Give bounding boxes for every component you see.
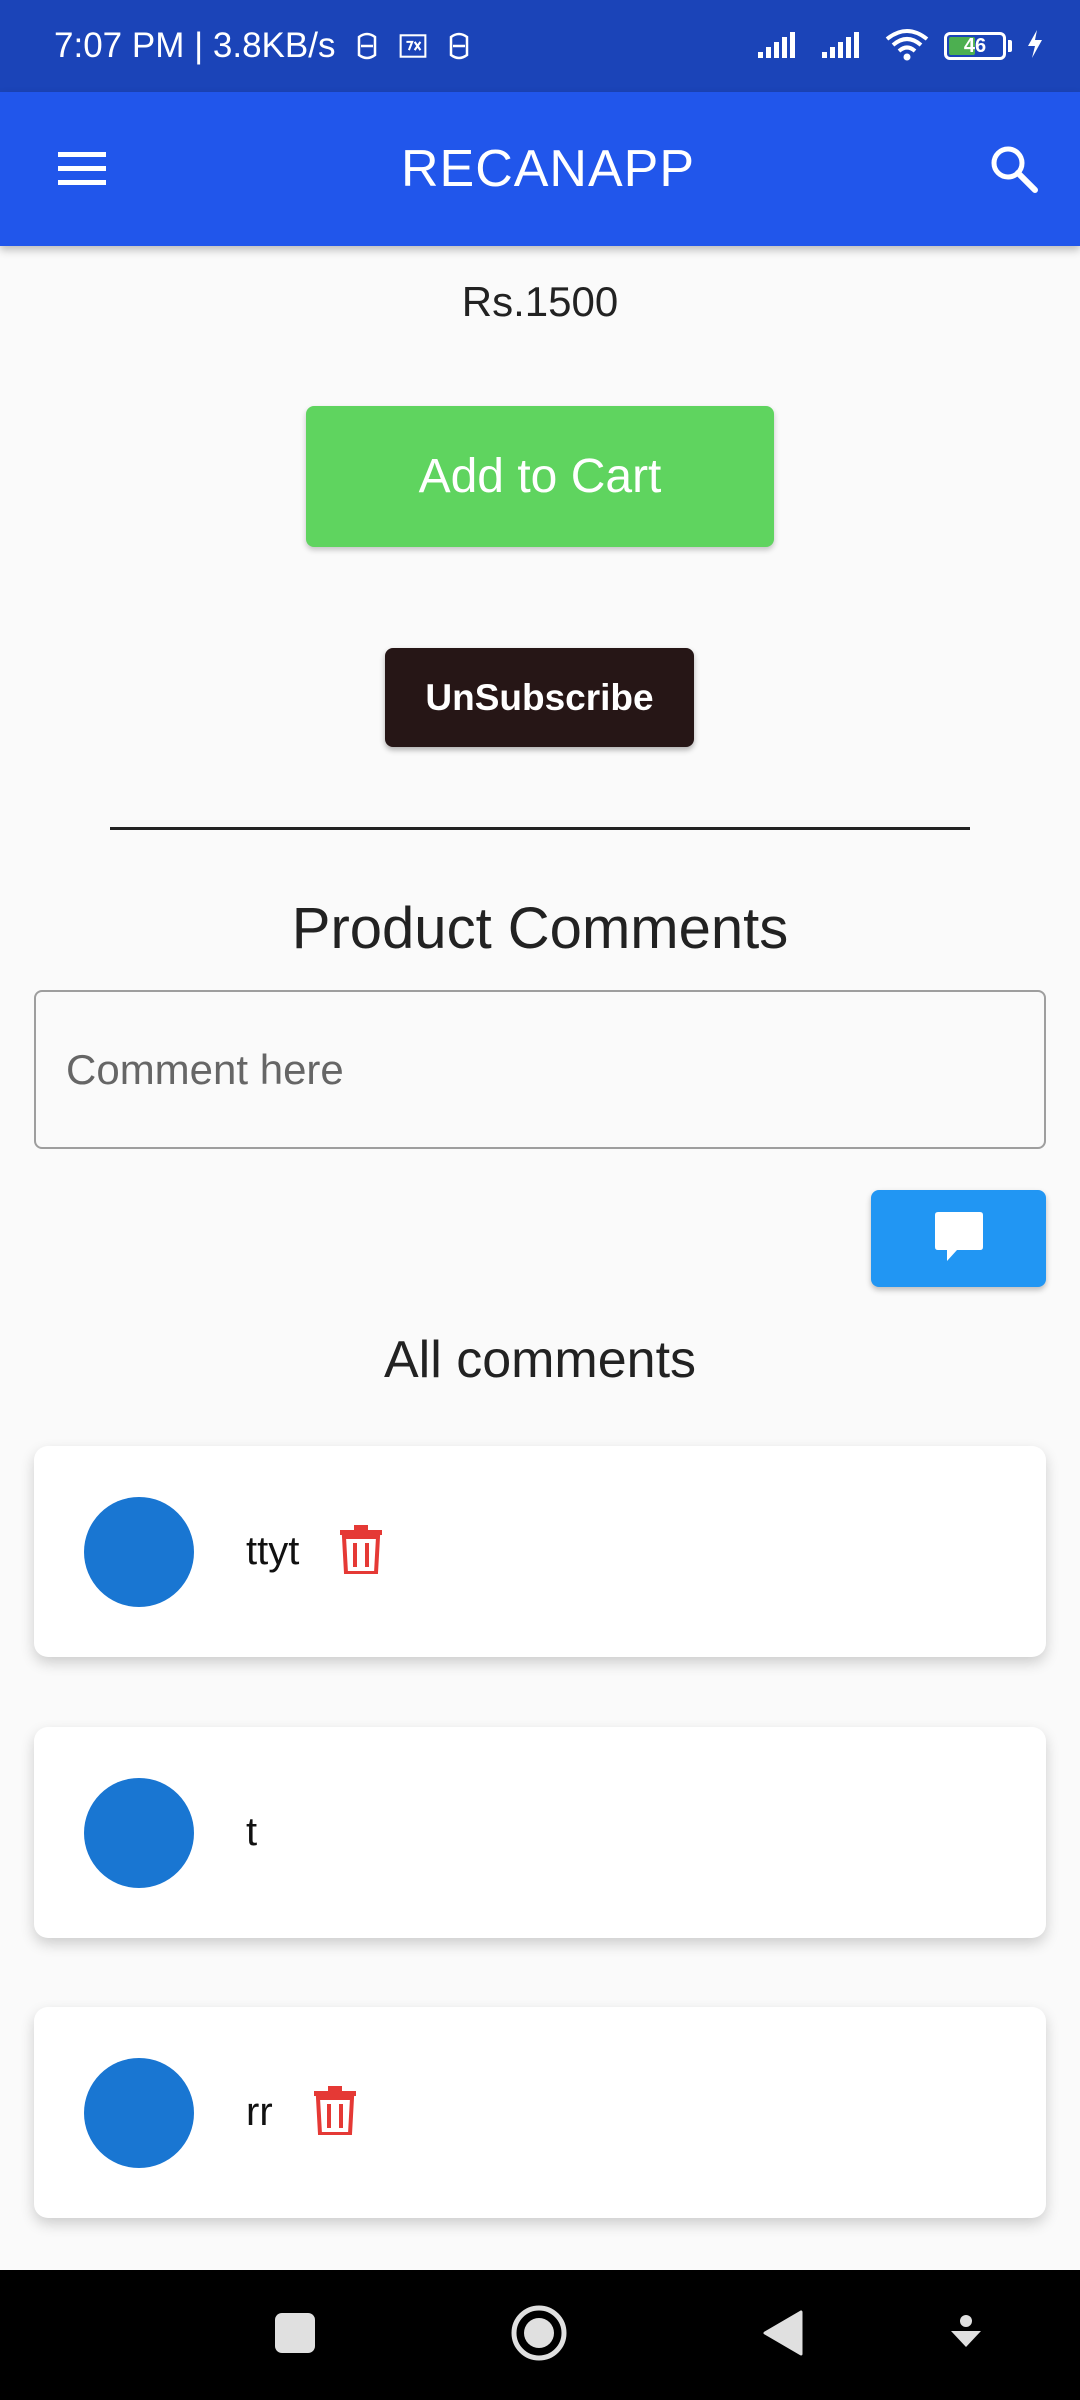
chevron-down-icon bbox=[948, 2313, 984, 2358]
add-to-cart-button[interactable]: Add to Cart bbox=[306, 406, 774, 547]
trash-icon bbox=[339, 1524, 383, 1579]
send-comment-button[interactable] bbox=[871, 1190, 1046, 1287]
product-price: Rs.1500 bbox=[461, 278, 619, 325]
assist-button[interactable] bbox=[916, 2270, 1016, 2400]
wifi-icon bbox=[884, 27, 930, 66]
square-icon bbox=[273, 2311, 317, 2360]
app-title: RECANAPP bbox=[400, 140, 696, 198]
battery-icon: 46 bbox=[944, 32, 1006, 60]
trash-icon bbox=[313, 2085, 357, 2140]
comment-text: ttyt bbox=[246, 1529, 300, 1573]
search-icon[interactable] bbox=[982, 137, 1046, 201]
home-circle-icon bbox=[509, 2303, 569, 2368]
notification-icon bbox=[445, 31, 473, 61]
all-comments-label: All comments bbox=[383, 1331, 697, 1389]
comment-card: rr bbox=[34, 2007, 1046, 2218]
avatar bbox=[84, 1777, 194, 1888]
navigation-bar bbox=[0, 2270, 1080, 2400]
avatar bbox=[84, 2057, 194, 2168]
comment-text: t bbox=[246, 1810, 258, 1854]
comment-input[interactable] bbox=[34, 990, 1046, 1149]
delete-comment-button[interactable] bbox=[339, 1524, 383, 1579]
unsubscribe-button[interactable]: UnSubscribe bbox=[385, 648, 694, 747]
recents-button[interactable] bbox=[245, 2270, 345, 2400]
delete-comment-button[interactable] bbox=[313, 2085, 357, 2140]
notification-icon bbox=[399, 31, 427, 61]
back-triangle-icon bbox=[761, 2309, 805, 2362]
comment-card: ttyt bbox=[34, 1446, 1046, 1657]
app-bar: RECANAPP bbox=[0, 92, 1080, 246]
status-left: 7:07 PM | 3.8KB/s bbox=[54, 26, 473, 66]
status-bar: 7:07 PM | 3.8KB/s 46 bbox=[0, 0, 1080, 92]
avatar bbox=[84, 1496, 194, 1607]
comment-icon bbox=[931, 1209, 987, 1268]
status-right: 46 bbox=[756, 27, 1044, 66]
section-title: Product Comments bbox=[291, 896, 789, 961]
signal-icon bbox=[820, 28, 870, 65]
status-time-speed: 7:07 PM | 3.8KB/s bbox=[54, 26, 336, 65]
battery-tip bbox=[1008, 40, 1012, 52]
signal-icon bbox=[756, 28, 806, 65]
menu-icon[interactable] bbox=[50, 137, 114, 201]
back-button[interactable] bbox=[733, 2270, 833, 2400]
home-button[interactable] bbox=[489, 2270, 589, 2400]
divider bbox=[110, 827, 970, 830]
battery-level: 46 bbox=[963, 34, 987, 57]
comment-card: t bbox=[34, 1727, 1046, 1938]
comment-text: rr bbox=[246, 2090, 273, 2134]
notification-icon bbox=[353, 31, 381, 61]
charging-icon bbox=[1026, 29, 1044, 64]
